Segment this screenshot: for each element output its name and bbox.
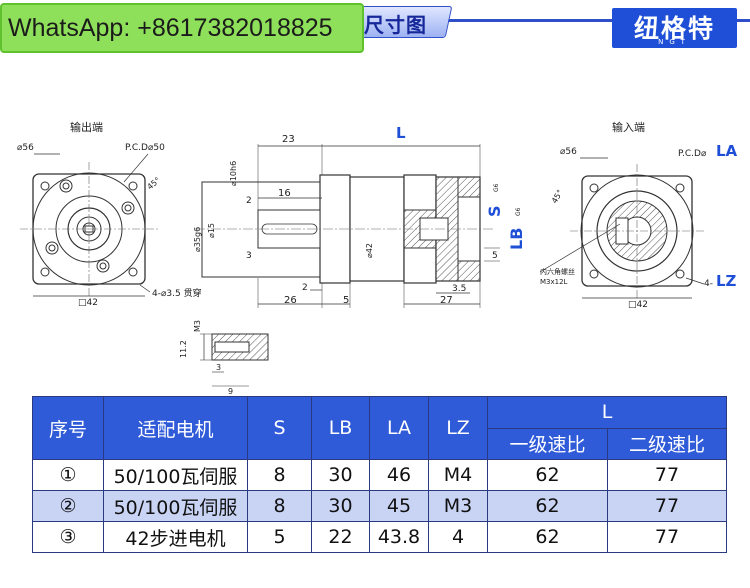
in-hole-prefix: 4-	[704, 279, 713, 289]
key-9: 9	[228, 387, 233, 396]
cell-s: 8	[247, 459, 312, 491]
output-end-view: 输出端 ⌀56 P.C.D⌀50 45° 4-⌀3.5 贯穿 □42	[17, 120, 202, 308]
input-end-label: 输入端	[612, 120, 645, 134]
cell-motor: 50/100瓦伺服	[103, 459, 248, 491]
in-pcd-var: LA	[716, 142, 738, 160]
table-row: ③ 42步进电机 5 22 43.8 4 62 77	[32, 521, 727, 553]
col-header-stage2: 二级速比	[607, 427, 727, 460]
whatsapp-number: WhatsApp: +8617382018825	[8, 14, 333, 42]
out-hole-label: 4-⌀3.5 贯穿	[152, 287, 202, 299]
col-header-no: 序号	[32, 396, 104, 460]
col-header-la: LA	[369, 396, 429, 460]
dim-10h6: ⌀10h6	[229, 161, 238, 186]
col-header-l: L	[487, 396, 727, 429]
brand-logo: 纽格特 NGT	[612, 8, 737, 48]
col-header-motor: 适配电机	[103, 396, 248, 460]
dim-3-5: 3.5	[452, 284, 466, 294]
cell-no: ②	[32, 490, 104, 522]
dim-27: 27	[440, 295, 453, 306]
dim-5b: 5	[343, 295, 349, 306]
dim-5a: 5	[492, 251, 498, 261]
key-3: 3	[216, 363, 221, 372]
dim-3a: 3	[246, 251, 252, 261]
cell-lb: 30	[311, 459, 370, 491]
col-header-lb: LB	[311, 396, 370, 460]
cell-lb: 22	[311, 521, 370, 553]
dim-2a: 2	[246, 196, 252, 206]
col-header-s: S	[247, 396, 312, 460]
brand-abbrev: NGT	[658, 38, 691, 46]
dim-LB-tol: G6	[515, 207, 522, 216]
in-dia-label: ⌀56	[560, 147, 577, 157]
in-screw-2: M3x12L	[540, 278, 568, 286]
key-detail: M3 11.2 3 9	[179, 320, 269, 396]
dim-15: ⌀15	[207, 223, 216, 238]
cell-la: 45	[369, 490, 429, 522]
dim-LB: LB	[507, 228, 526, 250]
cell-s: 8	[247, 490, 312, 522]
cell-l1: 62	[487, 521, 608, 553]
cell-s: 5	[247, 521, 312, 553]
cell-motor: 50/100瓦伺服	[103, 490, 248, 522]
input-end-view: 输入端 ⌀56 P.C.D⌀ LA 45° 内六角螺丝 M3x12L 4- LZ…	[539, 120, 738, 310]
col-header-lz: LZ	[428, 396, 488, 460]
in-screw-1: 内六角螺丝	[540, 267, 575, 276]
key-11-2: 11.2	[179, 340, 188, 358]
out-dia-label: ⌀56	[17, 143, 34, 153]
cell-la: 43.8	[369, 521, 429, 553]
spec-table: 序号 适配电机 S LB LA LZ L 一级速比 二级速比 ① 50/100瓦…	[32, 396, 727, 553]
whatsapp-banner[interactable]: WhatsApp: +8617382018825	[0, 3, 364, 53]
dim-S-tol: G6	[493, 183, 500, 192]
cell-l2: 77	[607, 521, 727, 553]
dim-L: L	[396, 124, 406, 142]
cell-l2: 77	[607, 459, 727, 491]
in-square-label: □42	[628, 300, 648, 310]
out-square-label: □42	[78, 298, 98, 308]
cell-lb: 30	[311, 490, 370, 522]
dim-16: 16	[278, 188, 291, 199]
cell-lz: M3	[428, 490, 488, 522]
cell-lz: M4	[428, 459, 488, 491]
cell-l1: 62	[487, 459, 608, 491]
table-row: ② 50/100瓦伺服 8 30 45 M3 62 77	[32, 490, 727, 522]
in-angle-label: 45°	[550, 188, 565, 205]
dim-S: S	[485, 205, 504, 217]
cell-no: ③	[32, 521, 104, 553]
table-row: ① 50/100瓦伺服 8 30 46 M4 62 77	[32, 459, 727, 491]
cell-no: ①	[32, 459, 104, 491]
cell-motor: 42步进电机	[103, 521, 248, 553]
in-pcd-label: P.C.D⌀	[678, 149, 707, 159]
dim-26: 26	[284, 295, 297, 306]
cell-la: 46	[369, 459, 429, 491]
cell-l2: 77	[607, 490, 727, 522]
out-pcd-label: P.C.D⌀50	[125, 143, 165, 153]
dim-23: 23	[282, 134, 295, 145]
dim-42: ⌀42	[365, 243, 374, 258]
key-m3: M3	[193, 320, 202, 332]
in-hole-var: LZ	[716, 272, 737, 290]
out-angle-label: 45°	[146, 176, 163, 192]
cell-l1: 62	[487, 490, 608, 522]
dim-35g6: ⌀35g6	[193, 227, 202, 252]
output-end-label: 输出端	[70, 120, 103, 134]
cell-lz: 4	[428, 521, 488, 553]
side-view: 23 L ⌀10h6 ⌀35g6 ⌀15 16 2 3 ⌀42 S G6 LB …	[193, 124, 526, 308]
dimension-drawing: 输出端 ⌀56 P.C.D⌀50 45° 4-⌀3.5 贯穿 □42 23 L …	[17, 120, 738, 396]
dim-2b: 2	[302, 283, 308, 293]
page-title: 尺寸图	[364, 13, 427, 37]
col-header-stage1: 一级速比	[487, 427, 608, 460]
